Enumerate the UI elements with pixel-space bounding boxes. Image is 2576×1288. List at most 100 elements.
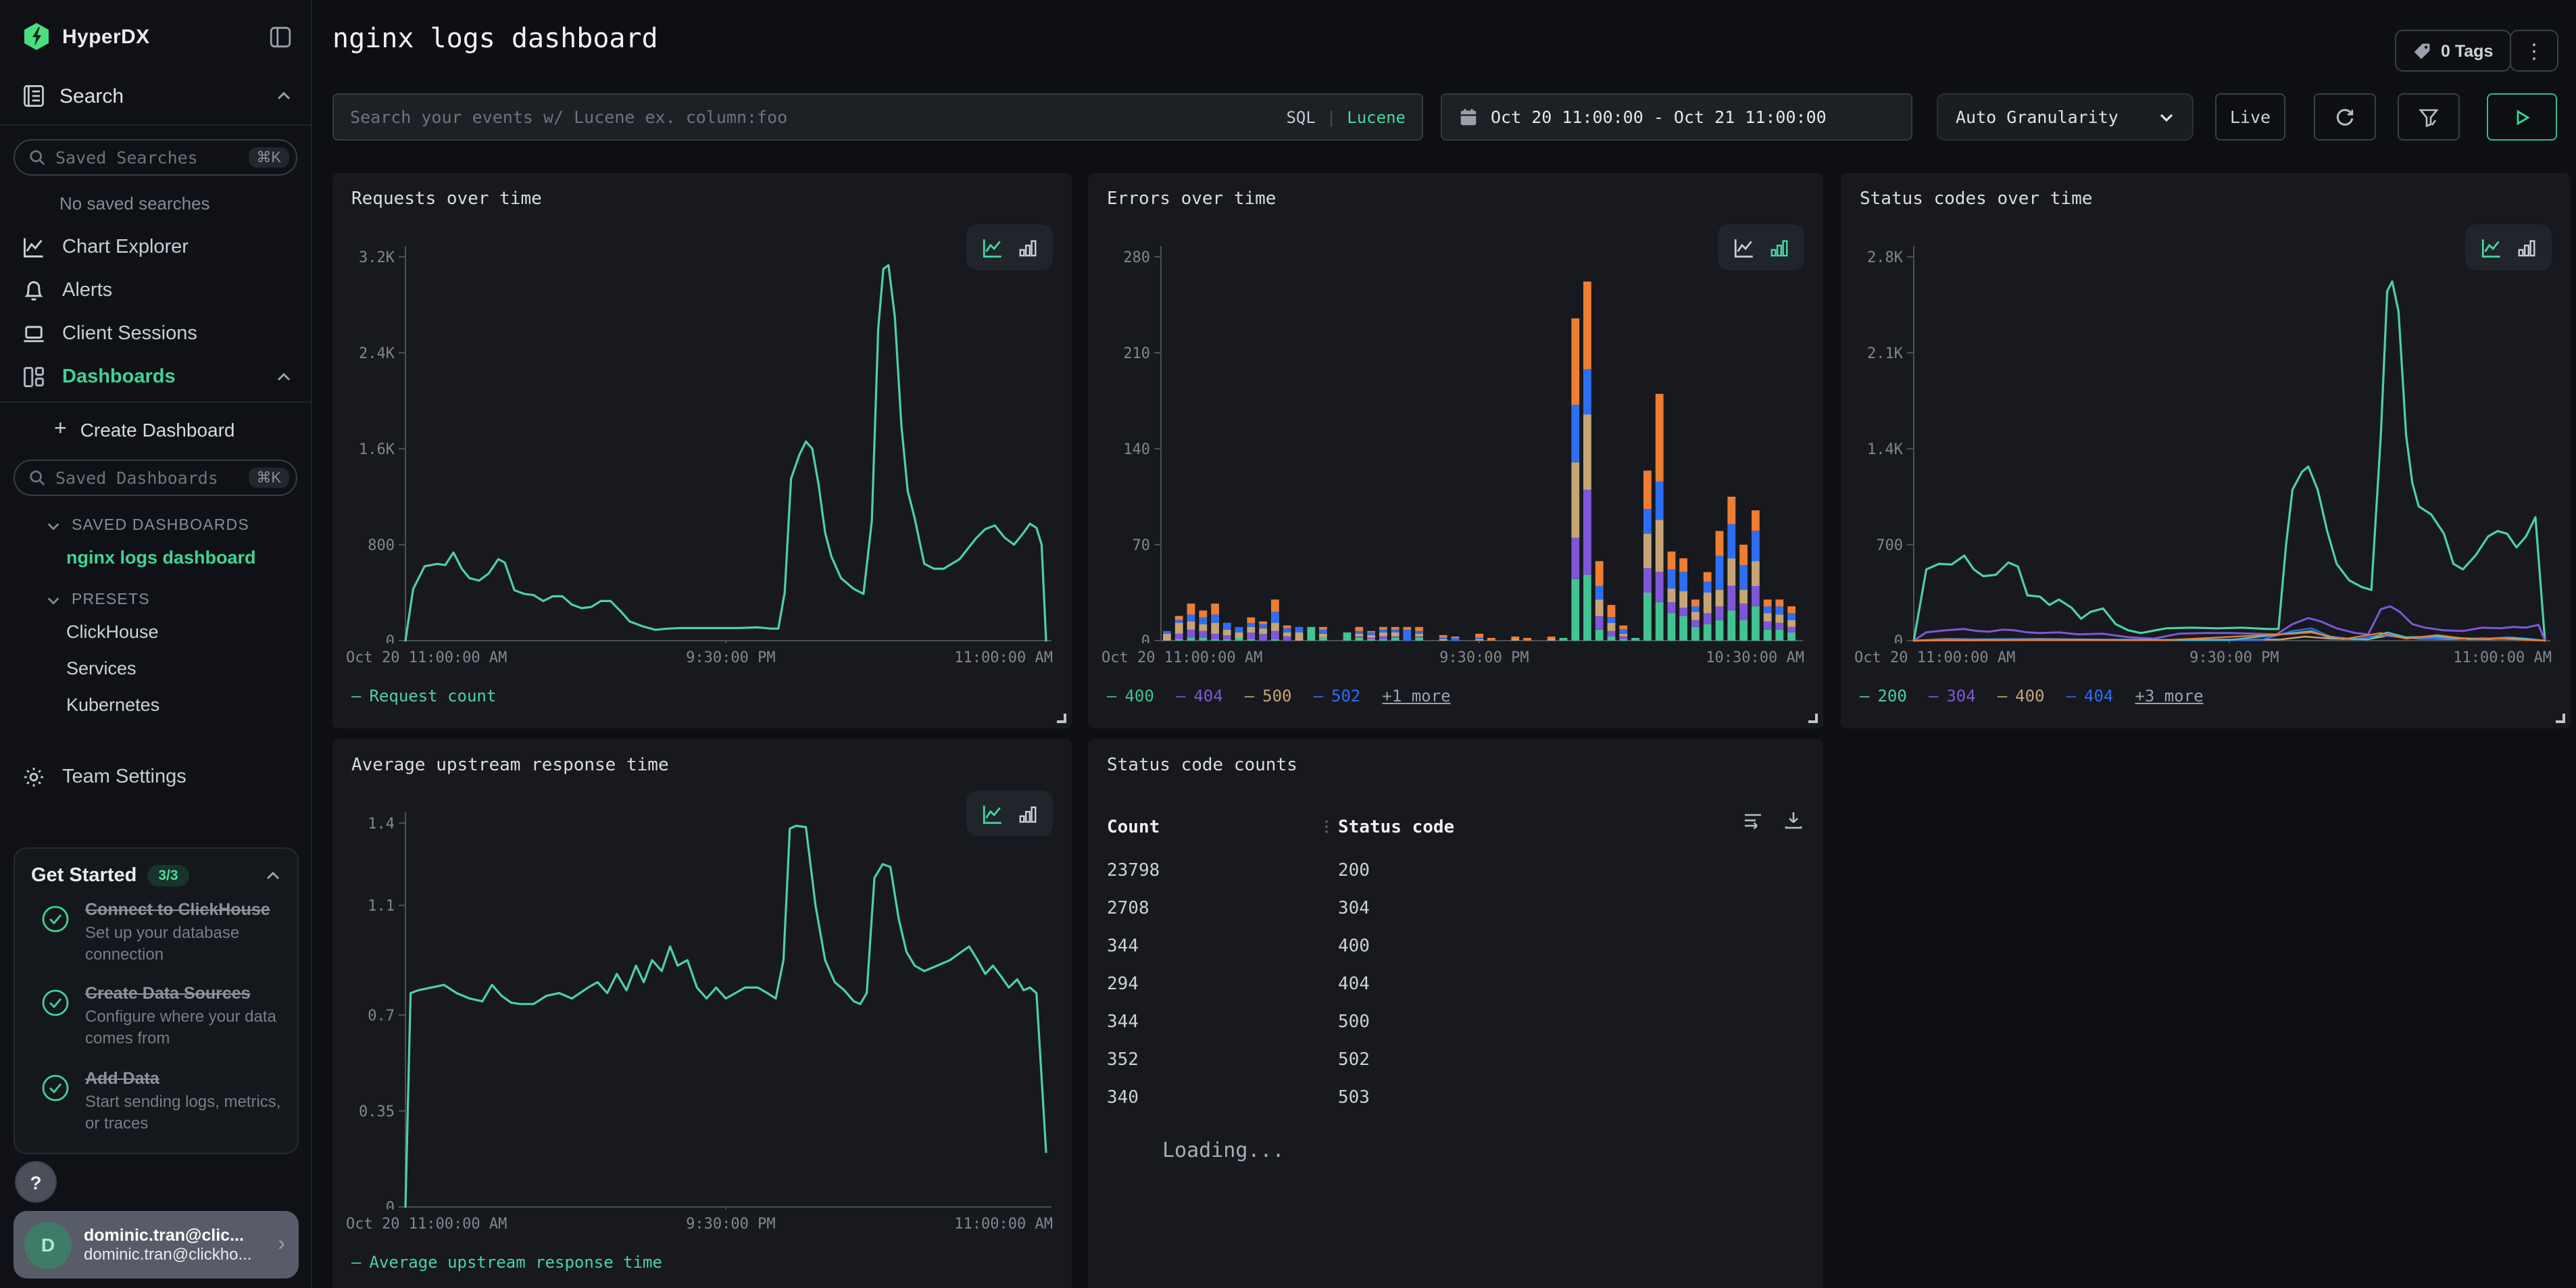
chart-title: Status codes over time bbox=[1860, 189, 2092, 209]
legend-item[interactable]: —Request count bbox=[351, 687, 496, 705]
chart-title: Errors over time bbox=[1107, 189, 1276, 209]
svg-text:0.35: 0.35 bbox=[359, 1104, 395, 1120]
sidebar-link-nginx-logs-dashboard[interactable]: nginx logs dashboard bbox=[0, 539, 311, 576]
sidebar-link-services[interactable]: Services bbox=[0, 650, 311, 687]
create-dashboard-button[interactable]: + Create Dashboard bbox=[0, 405, 311, 446]
granularity-select[interactable]: Auto Granularity bbox=[1937, 93, 2194, 141]
sidebar-item-chart-explorer[interactable]: Chart Explorer bbox=[0, 226, 311, 269]
download-icon[interactable] bbox=[1783, 810, 1804, 831]
legend-item[interactable]: —404 bbox=[2066, 687, 2114, 705]
query-language-toggle: SQL | Lucene bbox=[1270, 107, 1422, 126]
user-menu[interactable]: D dominic.tran@clic... dominic.tran@clic… bbox=[14, 1211, 299, 1279]
sidebar-link-clickhouse[interactable]: ClickHouse bbox=[0, 614, 311, 650]
legend-item[interactable]: —200 bbox=[1860, 687, 1907, 705]
sidebar-item-label: Client Sessions bbox=[62, 323, 292, 345]
row-settings-icon[interactable] bbox=[1742, 810, 1764, 831]
presets-group-header[interactable]: PRESETS bbox=[0, 576, 311, 614]
divider bbox=[0, 124, 311, 126]
step-desc: Set up your database connection bbox=[85, 922, 281, 966]
cell-status-code: 400 bbox=[1338, 928, 1370, 966]
svg-text:800: 800 bbox=[368, 537, 395, 554]
live-button[interactable]: Live bbox=[2215, 93, 2285, 141]
cell-count: 23798 bbox=[1107, 861, 1160, 881]
sql-toggle[interactable]: SQL bbox=[1286, 107, 1315, 126]
saved-searches-input[interactable]: Saved Searches ⌘K bbox=[14, 139, 297, 176]
loading-indicator: Loading... bbox=[1162, 1138, 1285, 1162]
sidebar-item-alerts[interactable]: Alerts bbox=[0, 269, 311, 312]
chevron-up-icon bbox=[276, 369, 292, 385]
resize-handle[interactable] bbox=[1057, 714, 1066, 723]
get-started-step[interactable]: Add Data Start sending logs, metrics, or… bbox=[39, 1068, 281, 1134]
hyperdx-logo-icon bbox=[22, 22, 51, 51]
svg-text:0.7: 0.7 bbox=[368, 1008, 395, 1024]
date-range-picker[interactable]: Oct 20 11:00:00 - Oct 21 11:00:00 bbox=[1441, 93, 1912, 141]
resize-handle[interactable] bbox=[2556, 714, 2565, 723]
user-name: dominic.tran@clic... bbox=[84, 1226, 266, 1245]
chevron-right-icon: › bbox=[278, 1233, 285, 1257]
panel-requests-over-time: Requests over time 08001.6K2.4K3.2K Oct … bbox=[332, 173, 1072, 728]
get-started-progress-badge: 3/3 bbox=[147, 865, 189, 887]
sidebar-item-team-settings[interactable]: Team Settings bbox=[0, 756, 311, 799]
logo-row: HyperDX bbox=[0, 0, 311, 65]
table-row: 2708304 bbox=[1107, 891, 1804, 928]
chevron-down-icon bbox=[46, 518, 61, 533]
step-title: Create Data Sources bbox=[85, 985, 281, 1004]
legend-more-link[interactable]: +1 more bbox=[1382, 687, 1450, 705]
get-started-step[interactable]: Connect to ClickHouse Set up your databa… bbox=[39, 900, 281, 966]
step-desc: Start sending logs, metrics, or traces bbox=[85, 1090, 281, 1134]
legend-item[interactable]: —400 bbox=[1998, 687, 2045, 705]
get-started-card: Get Started 3/3 Connect to ClickHouse Se… bbox=[14, 847, 299, 1154]
refresh-button[interactable] bbox=[2314, 93, 2376, 141]
collapse-sidebar-icon[interactable] bbox=[269, 25, 292, 48]
bell-icon bbox=[22, 278, 46, 303]
help-button[interactable]: ? bbox=[15, 1161, 57, 1203]
requests-chart-canvas[interactable]: 08001.6K2.4K3.2K bbox=[351, 238, 1053, 643]
panel-status-code-counts: Status code counts Count ⋮ Status code 2… bbox=[1088, 739, 1823, 1288]
legend-item[interactable]: —404 bbox=[1176, 687, 1223, 705]
filter-icon bbox=[2418, 106, 2439, 128]
saved-dashboards-group-header[interactable]: SAVED DASHBOARDS bbox=[0, 501, 311, 539]
svg-text:0: 0 bbox=[1141, 633, 1150, 643]
tags-button[interactable]: 0 Tags bbox=[2395, 30, 2510, 72]
resize-handle[interactable] bbox=[1808, 714, 1818, 723]
tag-icon bbox=[2412, 41, 2431, 60]
table-row: 340503 bbox=[1107, 1080, 1804, 1118]
legend-item[interactable]: —500 bbox=[1245, 687, 1292, 705]
cell-status-code: 503 bbox=[1338, 1080, 1370, 1118]
chevron-up-icon[interactable] bbox=[265, 868, 281, 884]
upstream-chart-canvas[interactable]: 00.350.71.11.4 bbox=[351, 804, 1053, 1210]
legend-more-link[interactable]: +3 more bbox=[2135, 687, 2203, 705]
sidebar-link-kubernetes[interactable]: Kubernetes bbox=[0, 687, 311, 723]
legend-item[interactable]: —502 bbox=[1314, 687, 1361, 705]
errors-chart-canvas[interactable]: 070140210280 bbox=[1107, 238, 1804, 643]
app-window: HyperDX Search Saved Searches ⌘K No save… bbox=[0, 0, 2576, 1288]
status-codes-chart-canvas[interactable]: 07001.4K2.1K2.8K bbox=[1860, 238, 2552, 643]
dashboard-menu-button[interactable]: ⋮ bbox=[2510, 30, 2558, 72]
svg-text:700: 700 bbox=[1876, 537, 1903, 554]
filter-button[interactable] bbox=[2398, 93, 2460, 141]
chart-legend: —400 —404 —500 —502 +1 more bbox=[1107, 687, 1451, 705]
no-saved-searches-label: No saved searches bbox=[0, 181, 311, 226]
event-search-input[interactable] bbox=[334, 107, 1270, 127]
legend-item[interactable]: —Average upstream response time bbox=[351, 1253, 662, 1272]
column-header-count[interactable]: Count bbox=[1107, 818, 1160, 838]
table-row: 23798200 bbox=[1107, 853, 1804, 891]
legend-item[interactable]: —304 bbox=[1929, 687, 1976, 705]
run-query-button[interactable] bbox=[2487, 93, 2557, 141]
divider: | bbox=[1327, 107, 1336, 126]
column-header-status-code[interactable]: Status code bbox=[1338, 818, 1454, 838]
saved-dashboards-placeholder: Saved Dashboards bbox=[55, 468, 239, 488]
chevron-up-icon bbox=[276, 88, 292, 104]
x-axis-label: 9:30:00 PM bbox=[1439, 649, 1529, 666]
user-email: dominic.tran@clickho... bbox=[84, 1245, 266, 1264]
x-axis-label: 9:30:00 PM bbox=[686, 1215, 775, 1233]
legend-item[interactable]: —400 bbox=[1107, 687, 1154, 705]
sidebar-item-client-sessions[interactable]: Client Sessions bbox=[0, 312, 311, 355]
sidebar-section-search[interactable]: Search bbox=[0, 65, 311, 122]
lucene-toggle[interactable]: Lucene bbox=[1347, 107, 1406, 126]
saved-dashboards-input[interactable]: Saved Dashboards ⌘K bbox=[14, 460, 297, 496]
get-started-step[interactable]: Create Data Sources Configure where your… bbox=[39, 985, 281, 1050]
sidebar-item-dashboards[interactable]: Dashboards bbox=[0, 355, 311, 399]
column-resize-handle[interactable]: ⋮ bbox=[1319, 818, 1334, 835]
date-range-value: Oct 20 11:00:00 - Oct 21 11:00:00 bbox=[1491, 107, 1827, 127]
